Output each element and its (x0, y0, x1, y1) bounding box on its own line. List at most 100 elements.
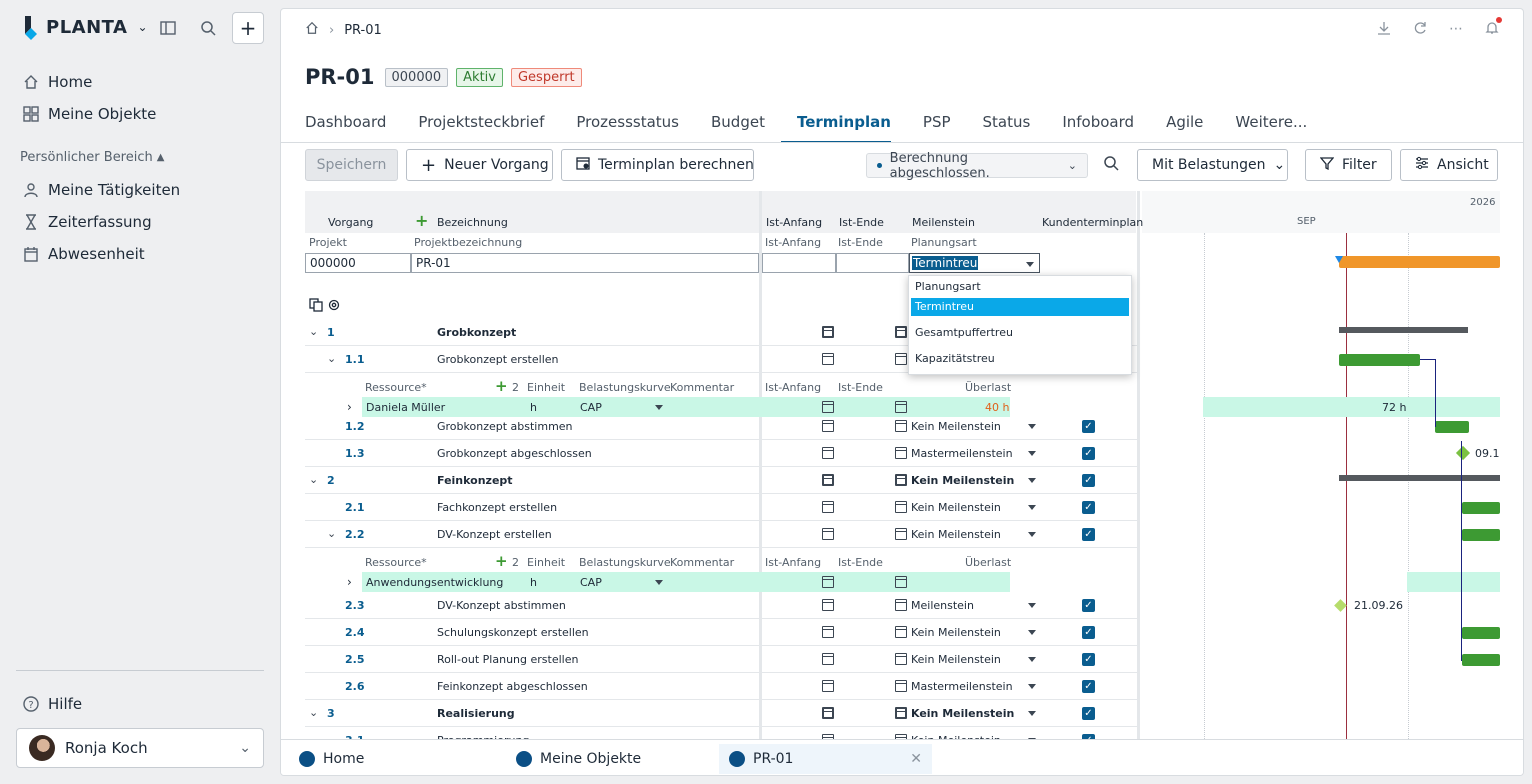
breadcrumb-current[interactable]: PR-01 (344, 23, 382, 38)
calendar-icon[interactable] (895, 707, 907, 719)
ist-anfang-field[interactable] (762, 253, 836, 273)
col-meilenstein[interactable]: Meilenstein (912, 216, 975, 229)
table-row[interactable] (305, 494, 1139, 521)
chevron-right-icon[interactable]: › (347, 400, 352, 414)
calendar-icon[interactable] (895, 528, 907, 540)
table-row[interactable] (305, 521, 1139, 548)
add-resource-icon[interactable]: + (495, 377, 508, 395)
col-ist-anfang[interactable]: Ist-Anfang (766, 216, 822, 229)
calendar-icon[interactable] (895, 680, 907, 692)
bell-icon[interactable] (1485, 17, 1502, 39)
chevron-down-icon[interactable]: ⌄ (327, 352, 336, 365)
download-icon[interactable] (1377, 21, 1391, 39)
project-id-field[interactable]: 000000 (305, 253, 411, 273)
filter-button[interactable]: Filter (1305, 149, 1392, 181)
table-row[interactable] (305, 646, 1139, 673)
dropdown-arrow-icon[interactable] (1028, 478, 1036, 483)
nav-zeiterfassung[interactable]: Zeiterfassung (22, 210, 152, 234)
col-bezeichnung[interactable]: Bezeichnung (437, 216, 508, 229)
table-row[interactable] (305, 440, 1139, 467)
project-name-field[interactable]: PR-01 (411, 253, 759, 273)
nav-abwesenheit[interactable]: Abwesenheit (22, 242, 145, 266)
home-icon[interactable] (305, 21, 319, 39)
calendar-icon[interactable] (822, 474, 834, 486)
dropdown-arrow-icon[interactable] (1028, 657, 1036, 662)
calendar-icon[interactable] (822, 599, 834, 611)
calc-schedule-button[interactable]: Terminplan berechnen (561, 149, 754, 181)
nav-meine-taetigkeiten[interactable]: Meine Tätigkeiten (22, 178, 180, 202)
checkbox-checked[interactable]: ✓ (1082, 528, 1095, 541)
dropdown-arrow-icon[interactable] (655, 405, 663, 410)
col-ist-ende[interactable]: Ist-Ende (839, 216, 884, 229)
dropdown-option-gesamtpuffertreu[interactable]: Gesamtpuffertreu (911, 324, 1129, 342)
section-persoenlicher-bereich[interactable]: Persönlicher Bereich ▲ (20, 150, 164, 165)
tab-infoboard[interactable]: Infoboard (1046, 113, 1150, 143)
calc-status-dropdown[interactable]: Berechnung abgeschlossen. ⌄ (866, 151, 1088, 181)
table-row[interactable] (305, 592, 1139, 619)
tab-projektsteckbrief[interactable]: Projektsteckbrief (402, 113, 560, 143)
nav-hilfe[interactable]: ? Hilfe (22, 692, 82, 716)
dropdown-option-termintreu[interactable]: Termintreu (911, 298, 1129, 316)
dropdown-arrow-icon[interactable] (1028, 630, 1036, 635)
nav-home[interactable]: Home (22, 70, 92, 94)
dropdown-arrow-icon[interactable] (1028, 603, 1036, 608)
table-row[interactable] (305, 727, 1139, 739)
tab-budget[interactable]: Budget (695, 113, 781, 143)
user-menu[interactable]: Ronja Koch ⌄ (16, 728, 264, 768)
calendar-icon[interactable] (895, 420, 907, 432)
checkbox-checked[interactable]: ✓ (1082, 420, 1095, 433)
search-icon[interactable] (198, 18, 218, 38)
dropdown-arrow-icon[interactable] (1028, 451, 1036, 456)
add-button[interactable]: + (232, 12, 264, 44)
calendar-icon[interactable] (822, 576, 834, 588)
checkbox-checked[interactable]: ✓ (1082, 653, 1095, 666)
refresh-icon[interactable] (1413, 21, 1427, 39)
bottom-tab-home[interactable]: Home (289, 744, 374, 774)
checkbox-checked[interactable]: ✓ (1082, 707, 1095, 720)
view-button[interactable]: Ansicht (1400, 149, 1498, 181)
tab-psp[interactable]: PSP (907, 113, 967, 143)
calendar-icon[interactable] (822, 707, 834, 719)
save-button[interactable]: Speichern (305, 149, 398, 181)
gear-icon[interactable] (327, 298, 341, 316)
dropdown-option-kapazitaetstreu[interactable]: Kapazitätstreu (911, 350, 1129, 368)
calendar-icon[interactable] (895, 401, 907, 413)
calendar-icon[interactable] (895, 501, 907, 513)
dropdown-arrow-icon[interactable] (1028, 505, 1036, 510)
calendar-icon[interactable] (895, 626, 907, 638)
calendar-icon[interactable] (822, 326, 834, 338)
calendar-icon[interactable] (822, 447, 834, 459)
calendar-icon[interactable] (895, 447, 907, 459)
load-mode-dropdown[interactable]: Mit Belastungen ⌄ (1137, 149, 1288, 181)
chevron-down-icon[interactable]: ⌄ (327, 527, 336, 540)
checkbox-checked[interactable]: ✓ (1082, 501, 1095, 514)
col-vorgang[interactable]: Vorgang (328, 216, 373, 229)
calendar-icon[interactable] (895, 576, 907, 588)
add-resource-icon[interactable]: + (495, 552, 508, 570)
calendar-icon[interactable] (895, 353, 907, 365)
table-row[interactable] (305, 619, 1139, 646)
checkbox-checked[interactable]: ✓ (1082, 680, 1095, 693)
calendar-icon[interactable] (822, 528, 834, 540)
tab-weitere[interactable]: Weitere... (1219, 113, 1323, 143)
resource-row[interactable] (362, 397, 1010, 417)
table-row[interactable] (305, 413, 1139, 440)
chevron-down-icon[interactable]: ⌄ (309, 706, 318, 719)
checkbox-checked[interactable]: ✓ (1082, 599, 1095, 612)
calendar-icon[interactable] (822, 420, 834, 432)
add-row-icon[interactable]: + (415, 211, 428, 230)
close-icon[interactable]: ✕ (910, 751, 922, 767)
copy-icon[interactable] (309, 298, 323, 316)
planta-logo[interactable]: PLANTA ⌄ (22, 14, 148, 40)
tab-prozessstatus[interactable]: Prozessstatus (560, 113, 695, 143)
planungsart-select[interactable]: Termintreu (909, 253, 1040, 273)
calendar-icon[interactable] (895, 326, 907, 338)
bottom-tab-pr01[interactable]: PR-01 ✕ (719, 744, 932, 774)
new-task-button[interactable]: + Neuer Vorgang (406, 149, 553, 181)
dropdown-arrow-icon[interactable] (1028, 684, 1036, 689)
chevron-down-icon[interactable]: ⌄ (309, 473, 318, 486)
tab-status[interactable]: Status (967, 113, 1047, 143)
chevron-down-icon[interactable]: ⌄ (137, 20, 147, 34)
checkbox-checked[interactable]: ✓ (1082, 626, 1095, 639)
calendar-icon[interactable] (822, 501, 834, 513)
